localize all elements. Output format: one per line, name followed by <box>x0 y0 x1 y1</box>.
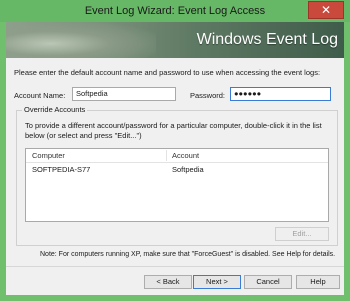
header-banner: Windows Event Log <box>6 22 344 58</box>
cancel-button[interactable]: Cancel <box>244 275 292 289</box>
cell-computer: SOFTPEDIA-S77 <box>32 165 91 174</box>
button-divider <box>6 266 344 267</box>
list-item[interactable]: SOFTPEDIA-S77 Softpedia <box>26 164 328 176</box>
edit-button[interactable]: Edit... <box>275 227 329 241</box>
list-header: Computer Account <box>26 149 328 163</box>
column-header-computer[interactable]: Computer <box>32 151 65 160</box>
password-label: Password: <box>190 91 226 100</box>
close-icon: ✕ <box>320 3 332 17</box>
help-button[interactable]: Help <box>296 275 340 289</box>
override-accounts-title: Override Accounts <box>22 105 88 114</box>
account-name-label: Account Name: <box>14 91 66 100</box>
override-description: To provide a different account/password … <box>25 121 322 140</box>
wizard-page: Please enter the default account name an… <box>6 58 344 295</box>
password-field[interactable]: ●●●●●● <box>230 87 331 101</box>
forceguest-note: Note: For computers running XP, make sur… <box>40 251 336 258</box>
column-divider <box>166 150 167 161</box>
back-button[interactable]: < Back <box>144 275 192 289</box>
intro-text: Please enter the default account name an… <box>14 68 321 77</box>
override-accounts-group: Override Accounts To provide a different… <box>16 105 338 246</box>
title-bar: Event Log Wizard: Event Log Access ✕ <box>0 0 350 22</box>
computer-account-list[interactable]: Computer Account SOFTPEDIA-S77 Softpedia <box>25 148 329 222</box>
banner-title: Windows Event Log <box>196 31 338 48</box>
close-button[interactable]: ✕ <box>308 1 344 19</box>
account-name-field[interactable]: Softpedia <box>72 87 176 101</box>
banner-image <box>6 22 156 58</box>
cell-account: Softpedia <box>172 165 204 174</box>
column-header-account[interactable]: Account <box>172 151 199 160</box>
next-button[interactable]: Next > <box>193 275 241 289</box>
wizard-window: Event Log Wizard: Event Log Access ✕ Win… <box>0 0 350 301</box>
window-title: Event Log Wizard: Event Log Access <box>84 5 266 17</box>
